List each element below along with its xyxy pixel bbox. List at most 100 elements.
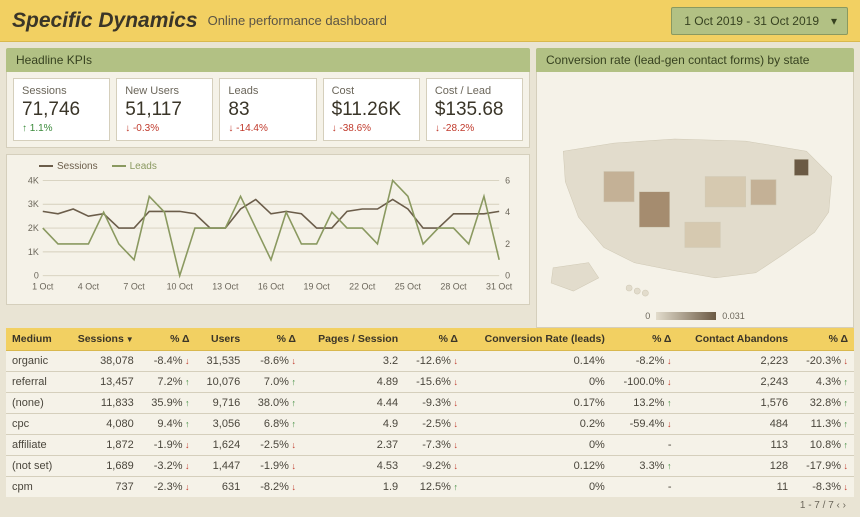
cell: 2,223 — [677, 351, 794, 372]
cell: 0.12% — [464, 456, 611, 477]
svg-text:2K: 2K — [28, 223, 39, 233]
table-header-row: MediumSessions▼% ΔUsers% ΔPages / Sessio… — [6, 328, 854, 351]
kpi-delta: ↑ 1.1% — [22, 123, 101, 134]
col-header[interactable]: Conversion Rate (leads) — [464, 328, 611, 351]
cell: -15.6% — [404, 372, 464, 393]
cell: -7.3% — [404, 435, 464, 456]
col-header[interactable]: % Δ — [246, 328, 302, 351]
cell: 7.2% — [140, 372, 196, 393]
kpi-delta: ↓ -38.6% — [332, 123, 411, 134]
cell: 1,447 — [196, 456, 247, 477]
cell-medium: (none) — [6, 393, 64, 414]
app-title: Specific Dynamics — [12, 9, 198, 33]
svg-text:16 Oct: 16 Oct — [258, 282, 285, 292]
medium-table: MediumSessions▼% ΔUsers% ΔPages / Sessio… — [6, 328, 854, 497]
cell: -20.3% — [794, 351, 854, 372]
cell: - — [611, 477, 678, 498]
cell: 9.4% — [140, 414, 196, 435]
cell: 32.8% — [794, 393, 854, 414]
kpi-card: Cost / Lead $135.68 ↓ -28.2% — [426, 78, 523, 141]
cell: 0% — [464, 435, 611, 456]
col-header[interactable]: % Δ — [404, 328, 464, 351]
cell: 11.3% — [794, 414, 854, 435]
cell-medium: affiliate — [6, 435, 64, 456]
table-pager[interactable]: 1 - 7 / 7 ‹ › — [6, 497, 854, 511]
col-header[interactable]: % Δ — [611, 328, 678, 351]
cell: 0% — [464, 372, 611, 393]
date-range-picker[interactable]: 1 Oct 2019 - 31 Oct 2019 ▾ — [671, 7, 848, 35]
cell: 2,243 — [677, 372, 794, 393]
col-header[interactable]: % Δ — [140, 328, 196, 351]
col-header[interactable]: Users — [196, 328, 247, 351]
svg-text:10 Oct: 10 Oct — [167, 282, 194, 292]
cell: 1,689 — [64, 456, 140, 477]
cell: 4.3% — [794, 372, 854, 393]
svg-text:4K: 4K — [28, 176, 39, 185]
cell-medium: (not set) — [6, 456, 64, 477]
col-header[interactable]: % Δ — [794, 328, 854, 351]
cell: 484 — [677, 414, 794, 435]
cell: -2.5% — [246, 435, 302, 456]
cell: -8.4% — [140, 351, 196, 372]
svg-text:7 Oct: 7 Oct — [123, 282, 145, 292]
cell: 2.37 — [302, 435, 404, 456]
cell: 4.53 — [302, 456, 404, 477]
cell: 4.9 — [302, 414, 404, 435]
line-chart-svg: 0 1K 2K 3K 4K 0 2 4 6 1 Oct4 Oct7 Oct10 … — [15, 176, 521, 296]
kpi-label: Sessions — [22, 85, 101, 97]
chevron-down-icon: ▾ — [831, 14, 837, 28]
cell: - — [611, 435, 678, 456]
cell: 113 — [677, 435, 794, 456]
cell: 4,080 — [64, 414, 140, 435]
kpi-card: Cost $11.26K ↓ -38.6% — [323, 78, 420, 141]
scale-max: 0.031 — [722, 311, 745, 321]
us-map: 0 0.031 — [536, 72, 854, 328]
svg-text:3K: 3K — [28, 199, 39, 209]
svg-text:28 Oct: 28 Oct — [440, 282, 467, 292]
cell: -8.2% — [611, 351, 678, 372]
cell: 10.8% — [794, 435, 854, 456]
svg-text:22 Oct: 22 Oct — [349, 282, 376, 292]
cell: -1.9% — [140, 435, 196, 456]
cell: 6.8% — [246, 414, 302, 435]
cell: 3,056 — [196, 414, 247, 435]
cell: -8.3% — [794, 477, 854, 498]
us-map-svg — [543, 117, 847, 307]
pager-text: 1 - 7 / 7 — [800, 500, 834, 511]
cell: -59.4% — [611, 414, 678, 435]
svg-text:19 Oct: 19 Oct — [303, 282, 330, 292]
col-header[interactable]: Pages / Session — [302, 328, 404, 351]
svg-text:0: 0 — [505, 271, 510, 281]
cell: 38.0% — [246, 393, 302, 414]
cell: -9.3% — [404, 393, 464, 414]
cell: 13,457 — [64, 372, 140, 393]
cell: -17.9% — [794, 456, 854, 477]
cell: 11 — [677, 477, 794, 498]
header: Specific Dynamics Online performance das… — [0, 0, 860, 42]
cell: 0% — [464, 477, 611, 498]
map-panel-title: Conversion rate (lead-gen contact forms)… — [536, 48, 854, 72]
cell: 31,535 — [196, 351, 247, 372]
cell: -8.6% — [246, 351, 302, 372]
cell: -8.2% — [246, 477, 302, 498]
cell: 3.2 — [302, 351, 404, 372]
svg-text:1K: 1K — [28, 247, 39, 257]
kpi-row: Sessions 71,746 ↑ 1.1%New Users 51,117 ↓… — [6, 72, 530, 148]
cell: 0.2% — [464, 414, 611, 435]
col-header[interactable]: Contact Abandons — [677, 328, 794, 351]
cell-medium: cpc — [6, 414, 64, 435]
cell: 35.9% — [140, 393, 196, 414]
svg-text:25 Oct: 25 Oct — [395, 282, 422, 292]
cell: 1.9 — [302, 477, 404, 498]
table-row: referral13,4577.2%10,0767.0%4.89-15.6%0%… — [6, 372, 854, 393]
legend-sessions: Sessions — [39, 161, 98, 172]
cell: 1,872 — [64, 435, 140, 456]
col-header[interactable]: Medium — [6, 328, 64, 351]
table-row: (not set)1,689-3.2%1,447-1.9%4.53-9.2%0.… — [6, 456, 854, 477]
cell-medium: organic — [6, 351, 64, 372]
cell: -3.2% — [140, 456, 196, 477]
date-range-label: 1 Oct 2019 - 31 Oct 2019 — [684, 14, 819, 28]
cell: 128 — [677, 456, 794, 477]
chevron-right-icon[interactable]: › — [843, 500, 846, 511]
col-header[interactable]: Sessions▼ — [64, 328, 140, 351]
